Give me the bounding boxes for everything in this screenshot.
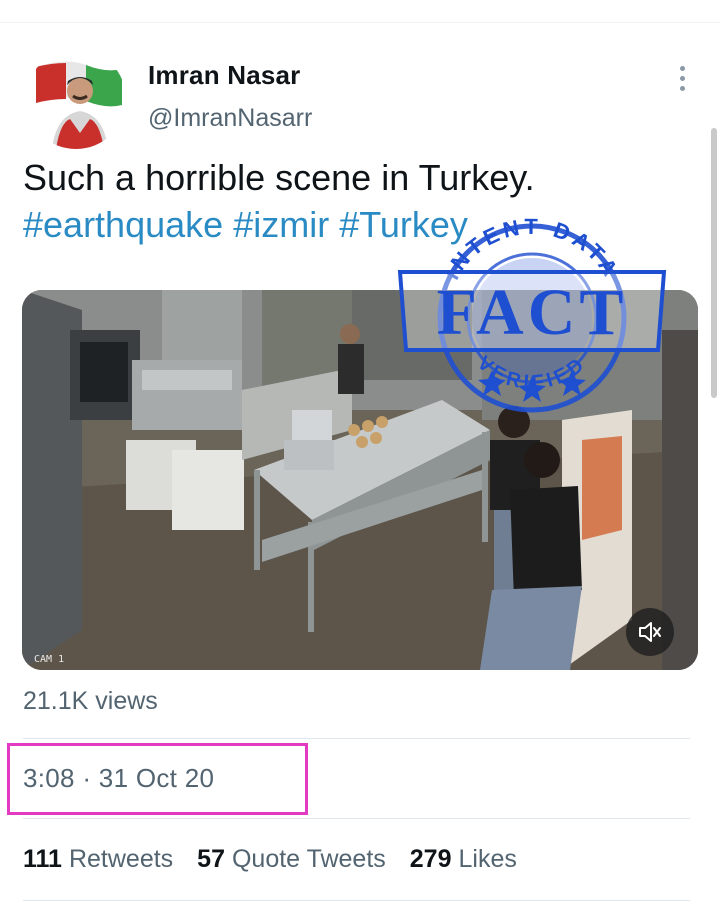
likes-stat[interactable]: 279 Likes (410, 845, 517, 874)
hashtag-link[interactable]: #izmir (233, 204, 329, 245)
likes-label: Likes (458, 845, 517, 873)
top-divider (0, 22, 720, 23)
retweets-count: 111 (23, 845, 62, 873)
tweet-hashtags: #earthquake #izmir #Turkey (23, 201, 703, 248)
likes-count: 279 (409, 845, 452, 873)
avatar[interactable] (26, 49, 126, 149)
hashtag-link[interactable]: #Turkey (339, 204, 468, 245)
divider (23, 818, 690, 819)
more-options-button[interactable] (668, 62, 696, 94)
more-icon-dot (679, 75, 685, 81)
more-icon-dot (679, 85, 685, 91)
speaker-muted-icon (639, 622, 661, 642)
author-handle[interactable]: @ImranNasarr (148, 104, 312, 133)
tweet-timestamp[interactable]: 3:08 · 31 Oct 20 (23, 763, 214, 794)
views-count: 21.1K views (23, 687, 158, 716)
engagement-stats: 111 Retweets 57 Quote Tweets 279 Likes (23, 845, 517, 874)
divider (23, 900, 690, 901)
retweets-stat[interactable]: 111 Retweets (23, 845, 173, 874)
hashtag-link[interactable]: #earthquake (23, 204, 223, 245)
views-label: views (95, 687, 158, 715)
author-display-name[interactable]: Imran Nasar (148, 60, 301, 91)
mute-button[interactable] (626, 608, 674, 656)
quote-tweets-count: 57 (197, 845, 225, 873)
divider (23, 738, 690, 739)
scrollbar-thumb[interactable] (711, 128, 717, 398)
tweet-text: Such a horrible scene in Turkey. #earthq… (23, 154, 703, 248)
camera-label: CAM 1 (34, 654, 64, 665)
quote-tweets-label: Quote Tweets (231, 845, 386, 873)
tweet-text-line: Such a horrible scene in Turkey. (23, 157, 535, 198)
quote-tweets-stat[interactable]: 57 Quote Tweets (197, 845, 386, 874)
tweet-video[interactable]: CAM 1 (22, 290, 698, 670)
views-number: 21.1K (23, 687, 89, 715)
more-icon (679, 65, 685, 71)
retweets-label: Retweets (68, 845, 174, 873)
